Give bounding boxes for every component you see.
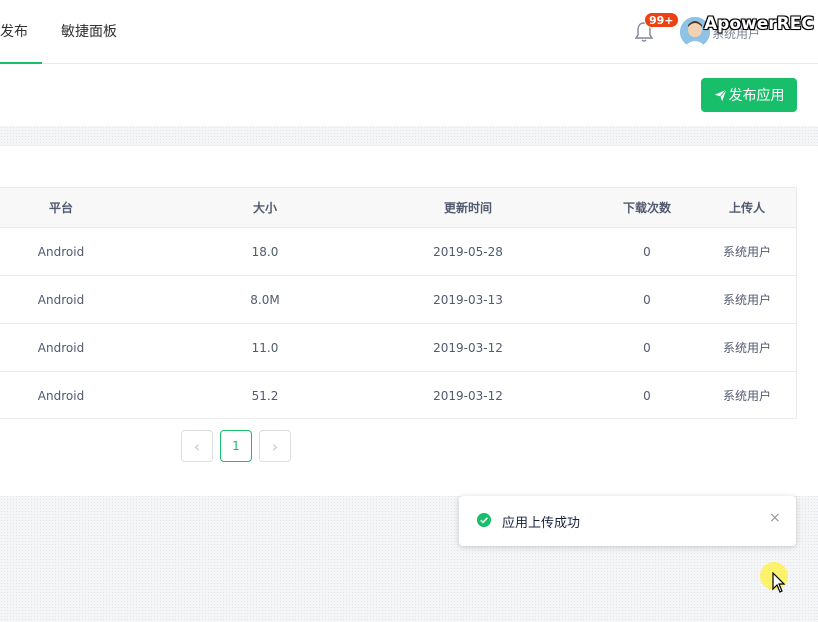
cell-download-count: 0 [643,293,651,307]
table-row[interactable]: Android 11.0 2019-03-12 0 系统用户 [0,324,796,372]
toolbar [0,64,818,126]
table-header: 平台 大小 更新时间 下载次数 上传人 [0,188,796,228]
cell-size: 51.2 [251,389,279,403]
cell-size: 18.0 [251,245,279,259]
close-icon[interactable]: × [769,510,781,526]
mouse-pointer-icon [772,572,786,593]
table-row[interactable]: Android 8.0M 2019-03-13 0 系统用户 [0,276,796,324]
table-row[interactable]: Android 51.2 2019-03-12 0 系统用户 [0,372,796,420]
chevron-right-icon: › [271,436,279,456]
header-updated-time: 更新时间 [443,201,493,215]
notification-badge: 99+ [644,12,679,28]
apps-table: 平台 大小 更新时间 下载次数 上传人 Android 18.0 2019-05… [0,187,797,419]
header-download-count: 下载次数 [622,201,672,215]
pagination-next-button[interactable]: › [259,430,291,462]
pagination-page-1[interactable]: 1 [220,430,252,462]
cell-updated-time: 2019-03-13 [433,293,503,307]
cell-uploader: 系统用户 [722,293,772,307]
cell-updated-time: 2019-03-12 [433,341,503,355]
nav-tab-publish[interactable]: 发布 [0,0,42,64]
top-navigation: 发布 敏捷面板 99+ 系统用户 ApowerREC [0,0,818,64]
publish-app-button[interactable]: 发布应用 [701,78,797,112]
cell-uploader: 系统用户 [722,389,772,403]
cell-platform: Android [37,389,85,403]
success-toast: 应用上传成功 × [459,496,796,546]
send-icon [714,89,726,101]
cell-updated-time: 2019-03-12 [433,389,503,403]
cell-download-count: 0 [643,245,651,259]
chevron-left-icon: ‹ [193,436,201,456]
page-number: 1 [232,439,240,453]
header-size: 大小 [252,201,278,215]
header-uploader: 上传人 [728,201,766,215]
cell-download-count: 0 [643,341,651,355]
cell-platform: Android [37,341,85,355]
header-platform: 平台 [48,201,74,215]
cell-updated-time: 2019-05-28 [433,245,503,259]
cell-uploader: 系统用户 [722,341,772,355]
publish-app-label: 发布应用 [728,88,785,104]
table-row[interactable]: Android 18.0 2019-05-28 0 系统用户 [0,228,796,276]
toast-message: 应用上传成功 [502,516,581,531]
pagination-prev-button[interactable]: ‹ [181,430,213,462]
cell-platform: Android [37,293,85,307]
nav-tab-agile-board[interactable]: 敏捷面板 [61,0,117,64]
recorder-watermark: ApowerREC [704,14,814,34]
cell-uploader: 系统用户 [722,245,772,259]
cell-size: 8.0M [250,293,280,307]
cell-download-count: 0 [643,389,651,403]
success-check-icon [477,513,491,527]
cell-size: 11.0 [251,341,279,355]
cell-platform: Android [37,245,85,259]
